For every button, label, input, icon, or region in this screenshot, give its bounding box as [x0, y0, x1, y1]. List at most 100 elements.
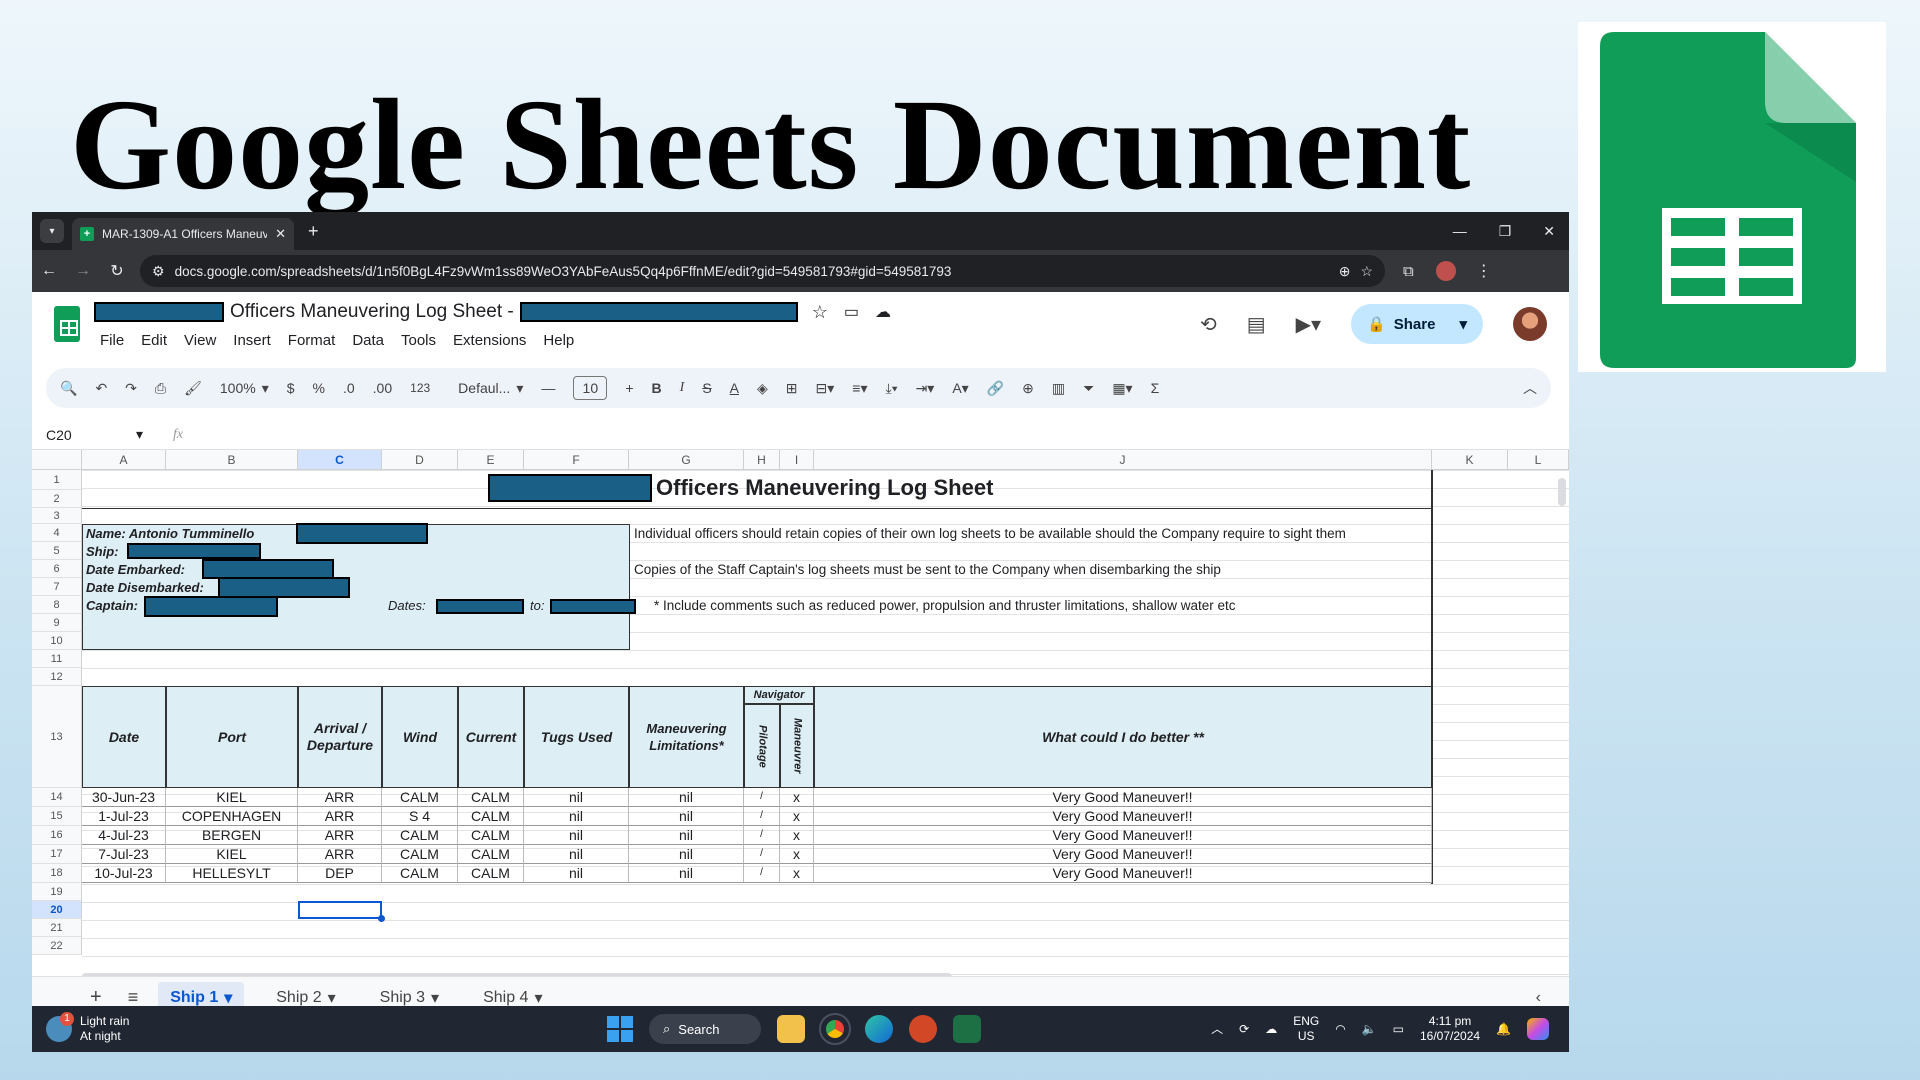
bookmark-star-icon[interactable]: ☆ — [1360, 263, 1373, 280]
log-cell-limits[interactable]: nil — [629, 788, 744, 807]
log-cell-wind[interactable]: CALM — [382, 845, 458, 864]
close-window-icon[interactable]: ✕ — [1543, 223, 1555, 240]
row-header[interactable]: 10 — [32, 632, 82, 650]
log-cell-wind[interactable]: S 4 — [382, 807, 458, 826]
percent-format-button[interactable]: % — [313, 380, 325, 396]
weather-widget[interactable]: 1 Light rain At night — [46, 1012, 129, 1044]
meet-icon[interactable]: ▶▾ — [1296, 312, 1321, 337]
move-folder-icon[interactable]: ▭ — [844, 302, 859, 322]
browser-menu-icon[interactable]: ⋮ — [1476, 261, 1492, 281]
doc-title[interactable]: Officers Maneuvering Log Sheet - — [230, 301, 514, 323]
log-cell-port[interactable]: KIEL — [166, 788, 298, 807]
all-sheets-icon[interactable]: ≡ — [128, 987, 139, 1008]
extensions-icon[interactable]: ⧉ — [1403, 263, 1414, 280]
filter-views-icon[interactable]: ▦▾ — [1112, 380, 1132, 397]
site-info-icon[interactable]: ⚙ — [152, 263, 165, 280]
log-cell-current[interactable]: CALM — [458, 826, 524, 845]
log-cell-limits[interactable]: nil — [629, 826, 744, 845]
menu-extensions[interactable]: Extensions — [453, 332, 526, 349]
zoom-icon[interactable]: ⊕ — [1339, 263, 1351, 280]
align-icon[interactable]: ≡▾ — [852, 380, 867, 397]
name-box-dropdown-icon[interactable]: ▾ — [136, 426, 143, 443]
column-header-f[interactable]: F — [524, 450, 629, 470]
menu-insert[interactable]: Insert — [233, 332, 271, 349]
sheets-home-icon[interactable] — [54, 306, 80, 342]
merge-cells-icon[interactable]: ⊟▾ — [816, 380, 835, 397]
column-header-g[interactable]: G — [629, 450, 744, 470]
share-dropdown-icon[interactable]: ▾ — [1459, 315, 1467, 333]
file-explorer-icon[interactable] — [777, 1015, 805, 1043]
share-button[interactable]: 🔒 Share ▾ — [1351, 304, 1483, 344]
log-cell-better[interactable]: Very Good Maneuver!! — [814, 807, 1432, 826]
italic-icon[interactable]: I — [680, 380, 685, 396]
version-history-icon[interactable]: ⟲ — [1200, 312, 1217, 337]
comments-icon[interactable]: ▤ — [1247, 312, 1266, 337]
row-header[interactable]: 18 — [32, 864, 82, 883]
row-header[interactable]: 19 — [32, 883, 82, 901]
forward-icon[interactable]: → — [66, 262, 100, 280]
browser-tab[interactable]: + MAR-1309-A1 Officers Maneuv… ✕ — [72, 218, 294, 250]
row-header[interactable]: 21 — [32, 919, 82, 937]
wifi-icon[interactable]: ◠ — [1335, 1022, 1345, 1037]
profile-avatar[interactable] — [1435, 261, 1456, 281]
collapse-toolbar-icon[interactable]: ︿ — [1523, 378, 1537, 398]
language-indicator[interactable]: ENG US — [1293, 1014, 1319, 1044]
log-cell-wind[interactable]: CALM — [382, 864, 458, 883]
chrome-icon[interactable] — [819, 1013, 851, 1045]
text-color-icon[interactable]: A — [730, 380, 739, 396]
font-select[interactable]: Defaul... ▾ — [458, 380, 523, 397]
currency-format-button[interactable]: $ — [287, 380, 295, 396]
log-cell-better[interactable]: Very Good Maneuver!! — [814, 826, 1432, 845]
column-header-d[interactable]: D — [382, 450, 458, 470]
row-header[interactable]: 6 — [32, 560, 82, 578]
row-header[interactable]: 17 — [32, 845, 82, 864]
column-header-i[interactable]: I — [780, 450, 814, 470]
log-cell-date[interactable]: 30-Jun-23 — [82, 788, 166, 807]
column-header-c[interactable]: C — [298, 450, 382, 470]
log-cell-date[interactable]: 7-Jul-23 — [82, 845, 166, 864]
log-cell-arr[interactable]: ARR — [298, 788, 382, 807]
print-icon[interactable]: ⎙ — [155, 380, 166, 397]
windows-start-icon[interactable] — [607, 1016, 633, 1042]
chevron-down-icon[interactable]: ▾ — [328, 988, 336, 1008]
row-header[interactable]: 5 — [32, 542, 82, 560]
fill-handle[interactable] — [378, 915, 385, 922]
log-cell-current[interactable]: CALM — [458, 807, 524, 826]
menu-file[interactable]: File — [100, 332, 124, 349]
menu-format[interactable]: Format — [288, 332, 336, 349]
log-cell-date[interactable]: 1-Jul-23 — [82, 807, 166, 826]
search-menus-icon[interactable]: 🔍 — [60, 380, 77, 397]
log-cell-wind[interactable]: CALM — [382, 826, 458, 845]
log-cell-port[interactable]: BERGEN — [166, 826, 298, 845]
log-cell-pilot[interactable]: / — [744, 826, 780, 845]
fill-color-icon[interactable]: ◈ — [757, 380, 768, 397]
insert-link-icon[interactable]: 🔗 — [987, 380, 1004, 397]
column-header-a[interactable]: A — [82, 450, 166, 470]
log-cell-wind[interactable]: CALM — [382, 788, 458, 807]
column-header-j[interactable]: J — [814, 450, 1432, 470]
log-cell-date[interactable]: 4-Jul-23 — [82, 826, 166, 845]
column-header-k[interactable]: K — [1432, 450, 1508, 470]
log-cell-current[interactable]: CALM — [458, 864, 524, 883]
row-header[interactable]: 14 — [32, 788, 82, 807]
strikethrough-icon[interactable]: S — [702, 380, 711, 396]
excel-icon[interactable] — [953, 1015, 981, 1043]
name-box[interactable]: C20 — [46, 427, 136, 443]
log-cell-tugs[interactable]: nil — [524, 845, 629, 864]
log-cell-man[interactable]: x — [780, 864, 814, 883]
log-cell-arr[interactable]: DEP — [298, 864, 382, 883]
row-header[interactable]: 20 — [32, 901, 82, 919]
font-size-minus-icon[interactable]: — — [541, 380, 555, 396]
row-header[interactable]: 15 — [32, 807, 82, 826]
log-cell-man[interactable]: x — [780, 845, 814, 864]
menu-data[interactable]: Data — [352, 332, 384, 349]
log-cell-current[interactable]: CALM — [458, 788, 524, 807]
explore-collapse-icon[interactable]: ‹ — [1536, 989, 1541, 1007]
log-cell-man[interactable]: x — [780, 826, 814, 845]
column-header-e[interactable]: E — [458, 450, 524, 470]
column-header-b[interactable]: B — [166, 450, 298, 470]
chevron-down-icon[interactable]: ▾ — [431, 988, 439, 1008]
log-cell-better[interactable]: Very Good Maneuver!! — [814, 788, 1432, 807]
log-cell-limits[interactable]: nil — [629, 864, 744, 883]
log-cell-man[interactable]: x — [780, 788, 814, 807]
